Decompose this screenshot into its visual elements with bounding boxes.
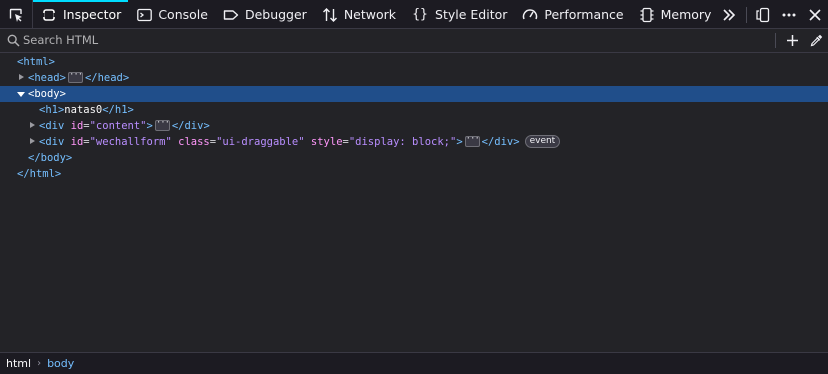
markup-node-html-open[interactable]: <html> (0, 54, 828, 70)
devtools-toolbar: Inspector Console Debugger Network {} St… (0, 0, 828, 29)
toolbar-controls (743, 0, 828, 29)
tab-inspector-label: Inspector (63, 7, 122, 22)
attribute-value[interactable]: "content" (90, 120, 147, 132)
tag-h1-close: </h1> (102, 104, 134, 116)
tab-network-label: Network (343, 7, 397, 22)
element-picker-icon (9, 8, 22, 22)
h1-text-content: natas0 (64, 104, 103, 116)
markup-node-body-close[interactable]: </body> (0, 150, 828, 166)
expand-twisty-icon[interactable] (30, 122, 35, 128)
collapsed-children-ellipsis-icon[interactable]: ··· (464, 134, 480, 147)
memory-icon (639, 7, 655, 23)
style-editor-icon: {} (412, 7, 428, 22)
close-icon (809, 8, 821, 21)
markup-node-div-content[interactable]: <div id="content"> ··· </div> (0, 118, 828, 134)
breadcrumb: html › body (0, 352, 828, 374)
search-html-input[interactable] (23, 31, 723, 49)
tab-performance-label: Performance (544, 7, 624, 22)
tab-debugger[interactable]: Debugger (215, 0, 314, 29)
tab-memory[interactable]: Memory (631, 0, 719, 29)
attribute-name[interactable]: class (178, 136, 210, 148)
collapsed-children-ellipsis-icon[interactable]: ··· (154, 118, 170, 131)
double-chevron-right-icon (723, 8, 736, 21)
markup-node-h1[interactable]: <h1>natas0</h1> (0, 102, 828, 118)
search-icon (7, 34, 20, 47)
search-separator (775, 33, 776, 48)
markup-view: <html> <head> ··· </head> <body> <h1>natas… (0, 54, 828, 182)
element-picker-button[interactable] (0, 0, 33, 29)
eyedropper-button[interactable] (804, 29, 828, 52)
more-tabs-button[interactable] (718, 0, 740, 29)
tab-console-label: Console (158, 7, 208, 22)
attribute-value[interactable]: "display: block;" (349, 136, 456, 148)
attribute-value[interactable]: "ui-draggable" (216, 136, 305, 148)
tab-network[interactable]: Network (314, 0, 403, 29)
collapse-twisty-icon[interactable] (17, 92, 25, 97)
tab-inspector[interactable]: Inspector (33, 0, 129, 29)
network-icon (322, 7, 338, 23)
tag-h1-open: <h1> (39, 104, 65, 116)
tag-div-gt: > (456, 136, 463, 148)
attribute-name[interactable]: style (311, 136, 343, 148)
collapsed-children-ellipsis-icon[interactable]: ··· (67, 70, 83, 83)
tag-div-close: </div> (171, 120, 210, 132)
eyedropper-icon (810, 34, 822, 47)
create-node-button[interactable] (780, 29, 804, 52)
markup-node-head[interactable]: <head> ··· </head> (0, 70, 828, 86)
more-options-icon (782, 13, 796, 16)
tag-body-close: </body> (28, 152, 73, 164)
responsive-design-icon (756, 7, 770, 22)
tab-bar: Inspector Console Debugger Network {} St… (33, 0, 740, 29)
tag-div-open: <div (39, 136, 65, 148)
performance-icon (522, 7, 538, 23)
tab-memory-label: Memory (660, 7, 712, 22)
breadcrumb-item-html[interactable]: html (0, 357, 37, 370)
tab-debugger-label: Debugger (244, 7, 307, 22)
toolbar-separator (746, 6, 747, 23)
tag-div-close: </div> (481, 136, 520, 148)
responsive-design-mode-button[interactable] (750, 0, 776, 29)
expand-twisty-icon[interactable] (19, 74, 24, 80)
tag-html-open: <html> (17, 56, 55, 68)
tag-html-close: </html> (17, 168, 62, 180)
options-menu-button[interactable] (776, 0, 802, 29)
attribute-name[interactable]: id (71, 120, 84, 132)
markup-search-bar (0, 29, 828, 53)
search-bar-controls (771, 29, 828, 52)
event-badge[interactable]: event (524, 134, 561, 148)
tag-div-gt: > (146, 120, 153, 132)
expand-twisty-icon[interactable] (30, 138, 35, 144)
markup-node-body-selected[interactable]: <body> (0, 86, 828, 102)
tab-performance[interactable]: Performance (514, 0, 630, 29)
inspector-icon (41, 7, 57, 23)
attribute-name[interactable]: id (71, 136, 84, 148)
close-devtools-button[interactable] (802, 0, 828, 29)
tag-head-close: </head> (84, 72, 130, 84)
breadcrumb-item-body[interactable]: body (41, 357, 80, 370)
tag-div-open: <div (39, 120, 65, 132)
tab-style-editor-label: Style Editor (435, 7, 508, 22)
markup-node-html-close[interactable]: </html> (0, 166, 828, 182)
attribute-value[interactable]: "wechallform" (90, 136, 172, 148)
markup-node-div-wechallform[interactable]: <div id="wechallform" class="ui-draggabl… (0, 134, 828, 150)
plus-icon (786, 35, 798, 46)
tag-head-open: <head> (28, 72, 66, 84)
tab-console[interactable]: Console (128, 0, 215, 29)
tab-style-editor[interactable]: {} Style Editor (403, 0, 514, 29)
debugger-icon (223, 7, 239, 23)
console-icon (136, 7, 152, 23)
tag-body-open: <body> (28, 88, 66, 100)
